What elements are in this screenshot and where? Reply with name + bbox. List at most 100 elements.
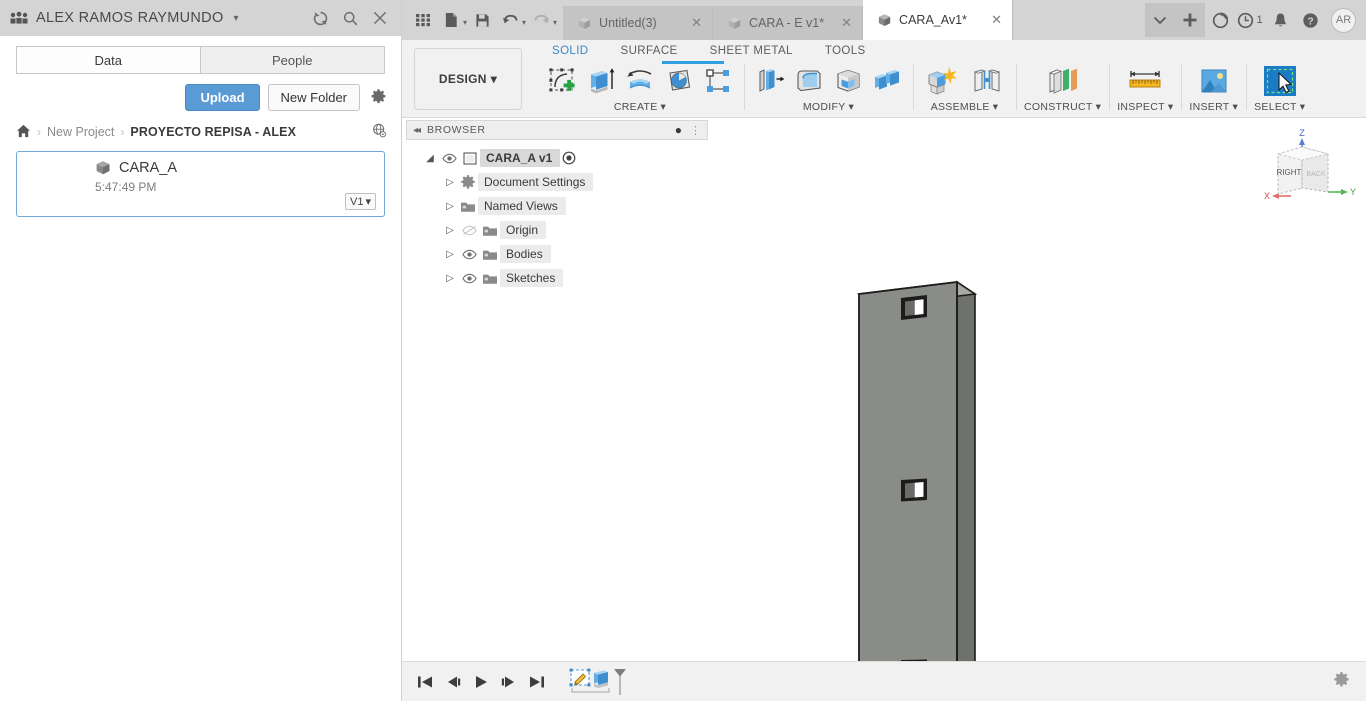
canvas[interactable]: ◂◂ BROWSER ● ⋮ ◢ [402,118,1366,701]
eye-icon[interactable] [458,273,480,284]
home-icon[interactable] [16,124,31,141]
refresh-icon[interactable] [309,7,331,29]
extrude-icon[interactable] [583,63,619,99]
workspace-switcher-design[interactable]: DESIGN ▾ [414,48,522,110]
panel-construct-label[interactable]: CONSTRUCT ▾ [1024,101,1101,113]
panel-insert-label[interactable]: INSERT ▾ [1189,101,1238,113]
redo-caret-icon[interactable]: ▾ [553,18,557,27]
sweep-icon[interactable] [661,63,697,99]
breadcrumb-separator: › [37,125,41,139]
select-window-icon[interactable] [1259,63,1301,99]
panel-assemble-label[interactable]: ASSEMBLE ▾ [931,101,999,113]
close-icon[interactable]: ✕ [981,12,1002,28]
fusion-main: ▾ ▾ [402,0,1366,701]
job-status-icon[interactable] [1205,3,1235,37]
collapse-left-icon[interactable]: ◂◂ [413,125,419,136]
tree-node-named-views[interactable]: ▷ Named Views [406,194,708,218]
file-icon[interactable] [438,6,464,34]
panel-select-label[interactable]: SELECT ▾ [1254,101,1305,113]
timeline-features[interactable] [568,667,626,697]
expand-arrow-icon[interactable]: ▷ [442,201,458,212]
revolve-icon[interactable] [622,63,658,99]
clock-icon[interactable]: 1 [1235,3,1265,37]
measure-icon[interactable] [1124,63,1166,99]
tab-sheet-metal[interactable]: SHEET METAL [694,45,809,57]
tab-overflow-chevron-down-icon[interactable] [1145,3,1175,37]
play-icon[interactable] [468,669,494,695]
joint-icon[interactable] [966,63,1008,99]
tab-surface[interactable]: SURFACE [605,45,694,57]
new-folder-button[interactable]: New Folder [268,84,360,111]
fillet-icon[interactable] [791,63,827,99]
tree-node-origin[interactable]: ▷ Origin [406,218,708,242]
step-forward-icon[interactable] [496,669,522,695]
minimize-icon[interactable]: ● [675,123,682,137]
step-back-icon[interactable] [440,669,466,695]
create-sketch-icon[interactable] [544,63,580,99]
press-pull-icon[interactable] [752,63,788,99]
view-cube[interactable]: Z X Y RIGHT BACK [1258,126,1358,216]
expand-arrow-icon[interactable]: ◢ [422,153,438,164]
new-component-icon[interactable] [921,63,963,99]
panel-modify-text: MODIFY [803,101,846,113]
redo-icon[interactable] [528,6,554,34]
resize-grip-icon[interactable]: ⋮ [690,124,701,137]
account-caret-icon[interactable]: ▾ [234,13,239,24]
search-icon[interactable] [339,7,361,29]
expand-arrow-icon[interactable]: ▷ [442,225,458,236]
expand-arrow-icon[interactable]: ▷ [442,249,458,260]
breadcrumb-item-new-project[interactable]: New Project [47,125,114,139]
app-grid-icon[interactable] [410,6,436,34]
expand-arrow-icon[interactable]: ▷ [442,273,458,284]
offset-plane-icon[interactable] [1042,63,1084,99]
skip-end-icon[interactable] [524,669,550,695]
undo-caret-icon[interactable]: ▾ [522,18,526,27]
file-timestamp: 5:47:49 PM [27,180,374,194]
chevron-down-icon: ▾ [993,101,999,113]
model-body-cara-a[interactable] [857,268,987,698]
skip-start-icon[interactable] [412,669,438,695]
new-tab-plus-icon[interactable] [1175,3,1205,37]
combine-icon[interactable] [869,63,905,99]
file-caret-icon[interactable]: ▾ [463,18,467,27]
tree-node-cara-a-v1[interactable]: ◢ CARA_A [406,146,708,170]
document-tab-cara-e[interactable]: CARA - E v1* ✕ [713,6,863,40]
gear-icon[interactable] [368,88,387,108]
tab-data[interactable]: Data [16,46,201,74]
tree-node-document-settings[interactable]: ▷ Document Settings [406,170,708,194]
close-icon[interactable] [369,7,391,29]
breadcrumb-item-current[interactable]: PROYECTO REPISA - ALEX [130,125,296,139]
expand-arrow-icon[interactable]: ▷ [442,177,458,188]
shell-icon[interactable] [830,63,866,99]
eye-icon[interactable] [438,153,460,164]
close-icon[interactable]: ✕ [831,15,852,31]
tab-people[interactable]: People [201,46,386,74]
tree-node-label: CARA_A v1 [480,149,560,167]
help-icon[interactable]: ? [1295,3,1325,37]
tab-solid[interactable]: SOLID [536,45,605,57]
undo-icon[interactable] [497,6,523,34]
file-card-cara-a[interactable]: CARA_A 5:47:49 PM V1 ▾ [16,151,385,217]
insert-image-icon[interactable] [1193,63,1235,99]
eye-off-icon[interactable] [458,225,480,236]
avatar[interactable]: AR [1331,8,1356,33]
gear-icon[interactable] [1333,671,1356,693]
eye-icon[interactable] [458,249,480,260]
version-selector[interactable]: V1 ▾ [345,193,376,210]
globe-share-icon[interactable] [372,123,387,141]
panel-create-label[interactable]: CREATE ▾ [614,101,666,113]
save-icon[interactable] [469,6,495,34]
radio-selected-icon[interactable] [560,151,578,165]
document-tab-cara-a[interactable]: CARA_Av1* ✕ [863,0,1013,40]
tree-node-bodies[interactable]: ▷ Bodies [406,242,708,266]
pattern-icon[interactable] [700,63,736,99]
panel-insert-text: INSERT [1189,101,1229,113]
upload-button[interactable]: Upload [185,84,259,111]
panel-modify-label[interactable]: MODIFY ▾ [803,101,854,113]
tab-tools[interactable]: TOOLS [809,45,882,57]
bell-icon[interactable] [1265,3,1295,37]
panel-inspect-label[interactable]: INSPECT ▾ [1117,101,1173,113]
close-icon[interactable]: ✕ [681,15,702,31]
document-tab-untitled[interactable]: Untitled(3) ✕ [563,6,713,40]
tree-node-sketches[interactable]: ▷ Sketch [406,266,708,290]
